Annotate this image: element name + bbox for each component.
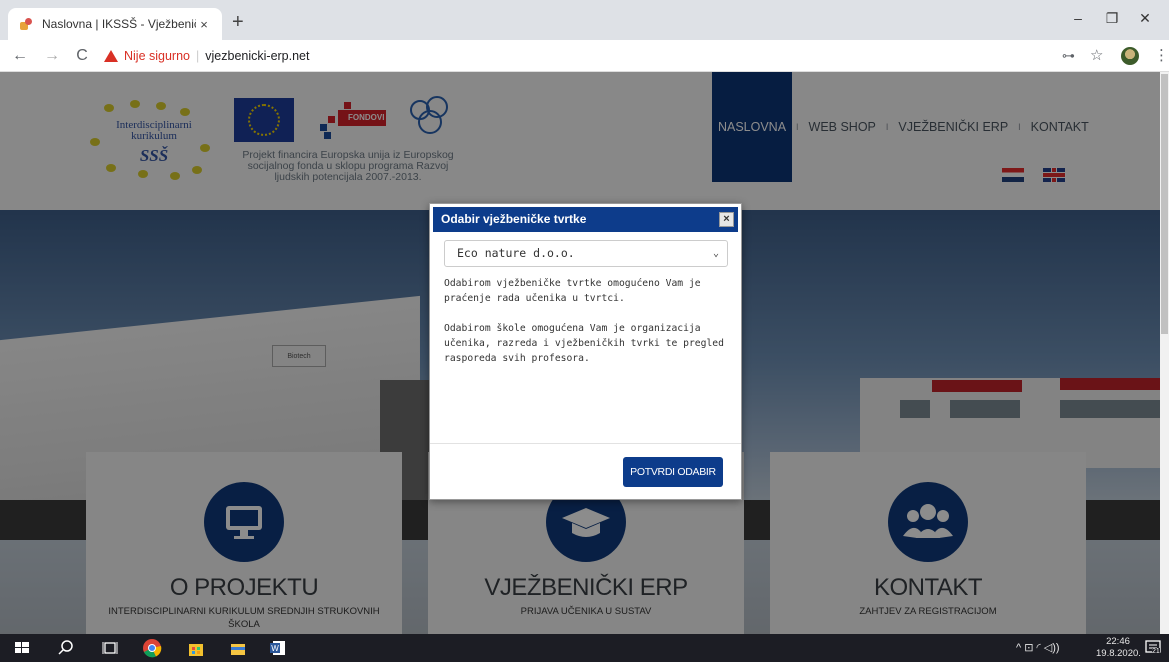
page-scrollbar[interactable] (1160, 72, 1169, 634)
notification-icon[interactable]: 21 (1143, 638, 1163, 658)
warning-icon (104, 50, 118, 62)
system-tray-icons[interactable]: ^ ⊡ ◜ ◁)) (1016, 641, 1060, 654)
store-icon[interactable] (186, 638, 206, 658)
reload-button[interactable]: C (72, 46, 92, 66)
company-select[interactable]: Eco nature d.o.o. ⌄ (444, 240, 728, 267)
svg-text:W: W (271, 644, 279, 653)
modal-title: Odabir vježbeničke tvrtke × (433, 207, 738, 232)
address-bar[interactable]: Nije sigurno | vjezbenicki-erp.net (104, 45, 1044, 67)
new-tab-button[interactable]: + (232, 12, 244, 32)
chevron-down-icon: ⌄ (712, 248, 719, 259)
taskbar-clock[interactable]: 22:46 19.8.2020. (1096, 636, 1141, 660)
forward-button[interactable]: → (42, 46, 62, 66)
site-favicon-icon (18, 17, 34, 31)
browser-toolbar: ← → C Nije sigurno | vjezbenicki-erp.net… (0, 40, 1169, 72)
company-select-value: Eco nature d.o.o. (457, 246, 575, 260)
profile-avatar[interactable] (1121, 47, 1139, 65)
key-icon[interactable]: ⊶ (1062, 46, 1075, 66)
modal-description-2: Odabirom škole omogućena Vam je organiza… (444, 323, 724, 364)
url-text[interactable]: vjezbenicki-erp.net (205, 49, 309, 63)
bookmark-star-icon[interactable]: ☆ (1090, 46, 1103, 66)
confirm-selection-button[interactable]: POTVRDI ODABIR (623, 457, 723, 487)
scrollbar-thumb[interactable] (1161, 74, 1168, 334)
windows-start-icon[interactable] (12, 638, 32, 658)
modal-divider (430, 443, 741, 444)
chrome-icon[interactable] (142, 638, 162, 658)
modal-description-1: Odabirom vježbeničke tvrtke omogućeno Va… (444, 278, 701, 304)
notification-count: 21 (1152, 648, 1160, 655)
menu-icon[interactable]: ⋮ (1154, 46, 1169, 66)
browser-tabstrip: Naslovna | IKSSŠ - Vježbenički E × + – ❐… (0, 0, 1169, 40)
tab-title: Naslovna | IKSSŠ - Vježbenički E (42, 17, 196, 31)
close-window-button[interactable]: ✕ (1122, 0, 1168, 36)
tab-close-icon[interactable]: × (196, 17, 212, 32)
file-explorer-icon[interactable] (228, 638, 248, 658)
back-button[interactable]: ← (10, 46, 30, 66)
search-icon[interactable] (56, 638, 76, 658)
security-label[interactable]: Nije sigurno (124, 49, 190, 63)
omnibox-separator: | (196, 49, 200, 63)
modal-close-button[interactable]: × (719, 212, 734, 227)
company-select-modal: Odabir vježbeničke tvrtke × Eco nature d… (429, 203, 742, 500)
task-view-icon[interactable] (100, 638, 120, 658)
web-page: Interdisciplinarni kurikulum SSŠ FONDOVI … (0, 72, 1169, 634)
windows-taskbar: W ^ ⊡ ◜ ◁)) 22:46 19.8.2020. 21 (0, 634, 1169, 662)
browser-tab[interactable]: Naslovna | IKSSŠ - Vježbenički E × (8, 8, 222, 40)
word-icon[interactable]: W (268, 638, 288, 658)
